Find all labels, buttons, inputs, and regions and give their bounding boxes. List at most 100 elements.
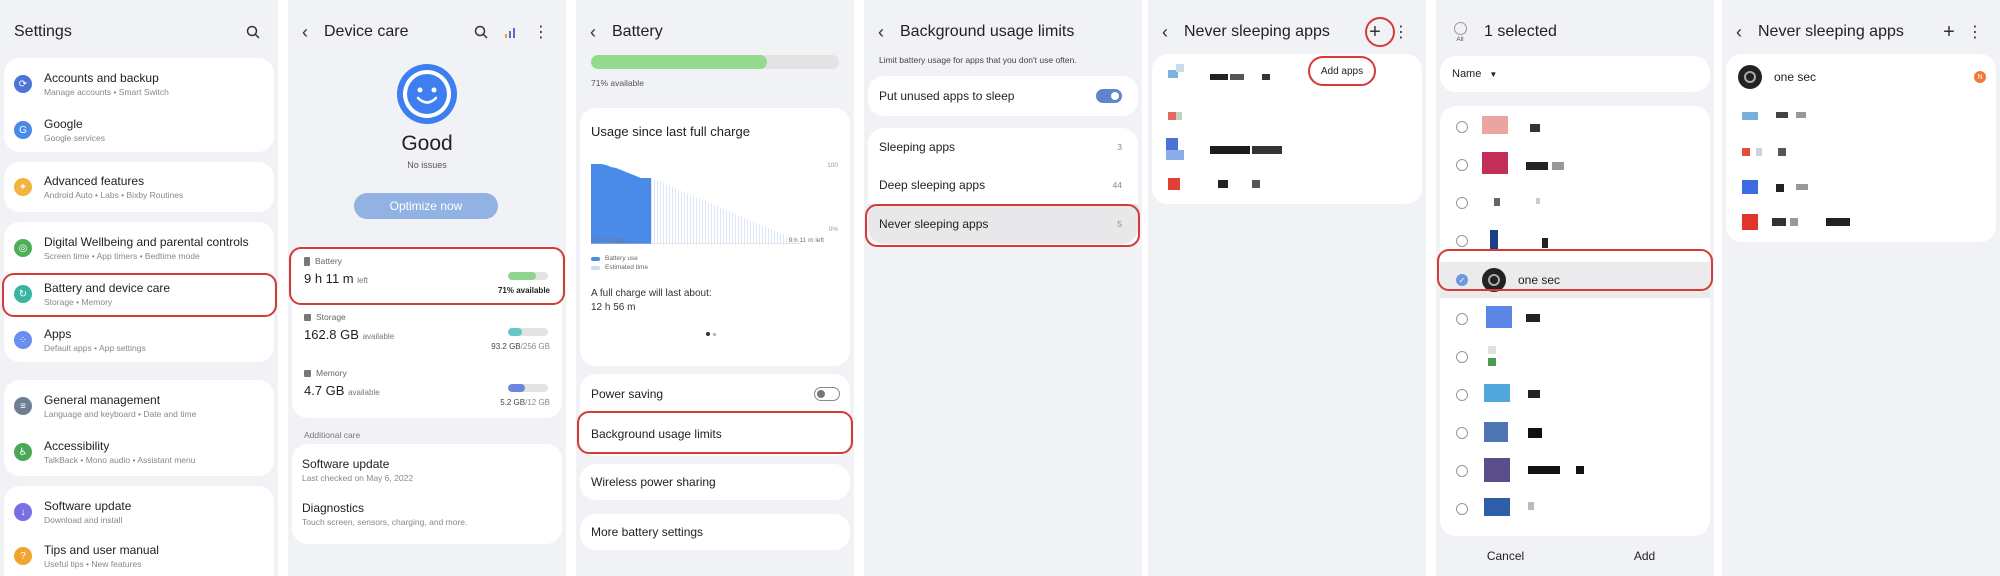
list-item[interactable]: [1440, 378, 1710, 412]
settings-item-apps[interactable]: ⁘ Apps Default apps • App settings: [4, 322, 274, 358]
back-icon[interactable]: ‹: [1162, 22, 1184, 43]
settings-group-wellbeing: ◎ Digital Wellbeing and parental control…: [4, 222, 274, 362]
never-sleeping-header: ‹ Never sleeping apps + ⋮: [1722, 14, 2000, 50]
selected-app-item[interactable]: ✓ one sec: [1440, 262, 1710, 298]
select-radio[interactable]: [1456, 197, 1468, 209]
accessibility-icon: ♿: [14, 443, 32, 461]
more-options-icon[interactable]: ⋮: [1964, 21, 1986, 43]
storage-tile[interactable]: Storage 162.8 GB available 93.2 GB/256 G…: [292, 310, 562, 360]
settings-item-battery[interactable]: ↻ Battery and device care Storage • Memor…: [4, 276, 274, 312]
select-radio[interactable]: [1456, 503, 1468, 515]
battery-screen: ‹ Battery 71% available Usage since last…: [576, 0, 854, 576]
battery-level-bar: [508, 272, 548, 280]
sleeping-apps-item[interactable]: Sleeping apps 3: [868, 128, 1138, 166]
back-icon[interactable]: ‹: [878, 22, 900, 43]
list-item[interactable]: [1440, 110, 1710, 144]
settings-item-accessibility[interactable]: ♿ Accessibility TalkBack • Mono audio • A…: [4, 434, 274, 470]
new-badge: N: [1974, 71, 1986, 83]
device-care-stats-card: Battery 9 h 11 m left 71% available Stor…: [292, 246, 562, 418]
wireless-power-sharing-item[interactable]: Wireless power sharing: [580, 464, 850, 500]
more-options-icon[interactable]: ⋮: [1390, 21, 1412, 43]
add-apps-tooltip[interactable]: Add apps: [1308, 56, 1376, 86]
settings-group-advanced: ✦ Advanced features Android Auto • Labs •…: [4, 162, 274, 212]
settings-item-google[interactable]: G Google Google services: [4, 112, 274, 148]
select-radio[interactable]: [1456, 389, 1468, 401]
smiley-icon: [397, 64, 457, 124]
never-sleeping-list: one sec N: [1726, 54, 1996, 242]
list-item[interactable]: [1726, 100, 1996, 134]
list-item[interactable]: [1440, 148, 1710, 182]
list-item[interactable]: [1152, 100, 1422, 134]
list-item[interactable]: one sec N: [1726, 58, 1996, 96]
list-item[interactable]: [1440, 224, 1710, 258]
select-header: All 1 selected: [1436, 14, 1714, 50]
memory-icon: [304, 369, 311, 377]
time-start-label: 3 h 4 m ago: [591, 237, 626, 244]
settings-item-general[interactable]: ≡ General management Language and keyboar…: [4, 388, 274, 424]
list-item[interactable]: [1726, 206, 1996, 240]
add-icon[interactable]: +: [1364, 21, 1386, 43]
bg-limits-header: ‹ Background usage limits: [864, 14, 1142, 50]
put-unused-apps-item[interactable]: Put unused apps to sleep: [868, 76, 1138, 116]
list-item[interactable]: [1440, 302, 1710, 336]
add-icon[interactable]: +: [1938, 21, 1960, 43]
list-item[interactable]: [1440, 454, 1710, 488]
battery-tile[interactable]: Battery 9 h 11 m left 71% available: [292, 252, 562, 302]
settings-item-accounts[interactable]: ⟳ Accounts and backup Manage accounts • S…: [4, 66, 274, 102]
list-item[interactable]: [1152, 60, 1422, 94]
list-item[interactable]: [1440, 186, 1710, 220]
settings-item-wellbeing[interactable]: ◎ Digital Wellbeing and parental control…: [4, 230, 274, 266]
software-update-item[interactable]: Software update Last checked on May 6, 20…: [292, 452, 562, 488]
back-icon[interactable]: ‹: [1736, 22, 1758, 43]
settings-header: Settings: [0, 14, 278, 50]
power-saving-toggle[interactable]: [814, 387, 840, 401]
search-icon[interactable]: [242, 21, 264, 43]
battery-options-card: Power saving Background usage limits: [580, 374, 850, 456]
select-radio[interactable]: [1456, 427, 1468, 439]
status-text: Good: [401, 132, 453, 155]
page-title: Settings: [14, 23, 72, 40]
select-radio[interactable]: [1456, 121, 1468, 133]
memory-tile[interactable]: Memory 4.7 GB available 5.2 GB/12 GB: [292, 366, 562, 416]
list-item[interactable]: [1440, 416, 1710, 450]
select-radio[interactable]: [1456, 159, 1468, 171]
back-icon[interactable]: ‹: [590, 22, 612, 43]
diagnostics-item[interactable]: Diagnostics Touch screen, sensors, chargi…: [292, 496, 562, 532]
power-saving-item[interactable]: Power saving: [580, 374, 850, 414]
never-sleeping-header: ‹ Never sleeping apps + ⋮: [1148, 14, 1426, 50]
select-all-checkbox[interactable]: All: [1450, 21, 1470, 43]
select-radio[interactable]: [1456, 351, 1468, 363]
list-item[interactable]: [1440, 492, 1710, 526]
select-radio[interactable]: [1456, 235, 1468, 247]
report-chart-icon[interactable]: [500, 21, 522, 43]
sort-dropdown[interactable]: Name ▼: [1440, 56, 1710, 92]
put-unused-toggle[interactable]: [1096, 89, 1122, 103]
battery-icon: [304, 256, 310, 266]
select-radio[interactable]: [1456, 313, 1468, 325]
list-item[interactable]: [1152, 136, 1422, 166]
list-item[interactable]: [1440, 340, 1710, 374]
list-item[interactable]: [1726, 136, 1996, 170]
more-battery-settings-item[interactable]: More battery settings: [580, 514, 850, 550]
more-options-icon[interactable]: ⋮: [530, 21, 552, 43]
selected-radio[interactable]: ✓: [1456, 274, 1468, 286]
select-radio[interactable]: [1456, 465, 1468, 477]
back-icon[interactable]: ‹: [302, 22, 324, 43]
list-item[interactable]: [1726, 172, 1996, 206]
search-icon[interactable]: [470, 21, 492, 43]
optimize-now-button[interactable]: Optimize now: [354, 193, 498, 219]
deep-sleeping-apps-item[interactable]: Deep sleeping apps 44: [868, 166, 1138, 204]
time-end-label: 9 h 11 m left: [788, 237, 824, 244]
device-care-header: ‹ Device care ⋮: [288, 14, 566, 50]
selected-count-title: 1 selected: [1484, 23, 1557, 40]
legend-battery-use: Battery use: [591, 255, 638, 262]
never-sleeping-apps-item[interactable]: Never sleeping apps 5: [868, 204, 1138, 244]
additional-care-heading: Additional care: [304, 430, 361, 440]
settings-item-advanced[interactable]: ✦ Advanced features Android Auto • Labs •…: [4, 169, 274, 205]
settings-item-software-update[interactable]: ↓ Software update Download and install: [4, 494, 274, 530]
list-item[interactable]: [1152, 168, 1422, 200]
background-usage-limits-item[interactable]: Background usage limits: [580, 414, 850, 454]
settings-item-tips[interactable]: ? Tips and user manual Useful tips • New …: [4, 538, 274, 574]
add-button[interactable]: Add: [1575, 549, 1714, 563]
cancel-button[interactable]: Cancel: [1436, 549, 1575, 563]
